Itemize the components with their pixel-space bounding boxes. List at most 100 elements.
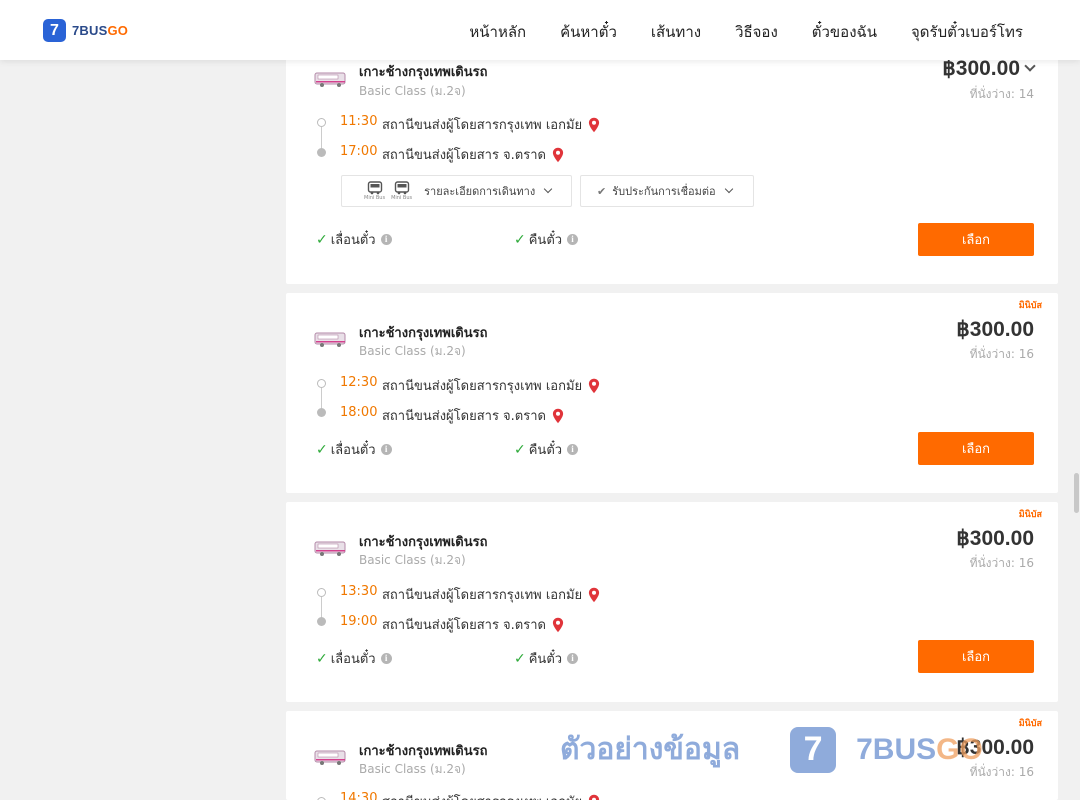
operator-logo-icon: [314, 72, 346, 87]
map-pin-icon[interactable]: [588, 794, 600, 800]
info-icon[interactable]: i: [567, 653, 579, 664]
bus-class: Basic Class (ม.2จ): [359, 762, 466, 776]
timeline-line: [321, 388, 322, 409]
site-logo[interactable]: 7 7BUSGO: [43, 19, 128, 42]
price: ฿300.00: [956, 527, 1034, 550]
check-icon: ✓: [514, 650, 526, 667]
arrive-station[interactable]: สถานีขนส่งผู้โดยสาร จ.ตราด: [382, 614, 564, 635]
reschedule-policy: ✓ เลื่อนตั๋ว i: [316, 648, 392, 669]
map-pin-icon[interactable]: [552, 617, 564, 633]
bus-class: Basic Class (ม.2จ): [359, 553, 466, 567]
operator-logo-icon: [314, 750, 346, 765]
depart-station[interactable]: สถานีขนส่งผู้โดยสารกรุงเทพ เอกมัย: [382, 114, 600, 135]
chevron-down-icon: [543, 184, 553, 194]
refund-policy: ✓ คืนตั๋ว i: [514, 439, 579, 460]
depart-time: 14:30: [340, 791, 378, 800]
seats-available: ที่นั่งว่าง: 16: [969, 347, 1034, 361]
logo-go: GO: [107, 23, 129, 38]
watermark-brand: 7BUSGO: [856, 732, 983, 766]
price: ฿300.00: [956, 318, 1034, 341]
trip-card: มินิบัส เกาะช้างกรุงเทพเดินรถ Basic Clas…: [286, 293, 1058, 493]
timeline-line: [321, 127, 322, 149]
trip-card: มินิบัส เกาะช้างกรุงเทพเดินรถ Basic Clas…: [286, 502, 1058, 702]
timeline-start-dot: [317, 588, 326, 597]
map-pin-icon[interactable]: [552, 408, 564, 424]
operator-name: เกาะช้างกรุงเทพเดินรถ: [359, 65, 488, 80]
nav-home[interactable]: หน้าหลัก: [469, 20, 526, 44]
arrive-station[interactable]: สถานีขนส่งผู้โดยสาร จ.ตราด: [382, 405, 564, 426]
map-pin-icon[interactable]: [552, 147, 564, 163]
depart-station[interactable]: สถานีขนส่งผู้โดยสารกรุงเทพ เอกมัย: [382, 375, 600, 396]
check-icon: ✓: [316, 231, 328, 248]
info-icon[interactable]: i: [567, 234, 579, 245]
timeline-end-dot: [317, 148, 326, 157]
reschedule-policy: ✓ เลื่อนตั๋ว i: [316, 229, 392, 250]
check-icon: ✓: [316, 441, 328, 458]
nav-routes[interactable]: เส้นทาง: [651, 20, 701, 44]
seats-available: ที่นั่งว่าง: 16: [969, 556, 1034, 570]
map-pin-icon[interactable]: [588, 378, 600, 394]
bus-class: Basic Class (ม.2จ): [359, 84, 466, 98]
logo-brand: 7BUS: [72, 23, 108, 38]
map-pin-icon[interactable]: [588, 587, 600, 603]
timeline-start-dot: [317, 379, 326, 388]
refund-policy: ✓ คืนตั๋ว i: [514, 229, 579, 250]
operator-name: เกาะช้างกรุงเทพเดินรถ: [359, 535, 488, 550]
operator-name: เกาะช้างกรุงเทพเดินรถ: [359, 326, 488, 341]
chevron-down-icon: [724, 184, 733, 194]
watermark-text: ตัวอย่างข้อมูล: [560, 732, 741, 767]
route-details-label: รายละเอียดการเดินทาง: [424, 185, 536, 198]
connection-insurance-label: รับประกันการเชื่อมต่อ: [612, 185, 716, 198]
operator-logo-icon: [314, 332, 346, 347]
arrive-time: 19:00: [340, 614, 378, 629]
bus-class: Basic Class (ม.2จ): [359, 344, 466, 358]
timeline-line: [321, 597, 322, 618]
map-pin-icon[interactable]: [588, 117, 600, 133]
depart-station[interactable]: สถานีขนส่งผู้โดยสารกรุงเทพ เอกมัย: [382, 791, 600, 800]
reschedule-policy: ✓ เลื่อนตั๋ว i: [316, 439, 392, 460]
check-icon: ✓: [316, 650, 328, 667]
check-icon: ✔: [597, 184, 607, 198]
seats-available: ที่นั่งว่าง: 14: [969, 87, 1034, 101]
connection-insurance-toggle[interactable]: ✔ รับประกันการเชื่อมต่อ: [580, 175, 754, 207]
watermark-logo-badge: 7: [790, 726, 837, 773]
select-button[interactable]: เลือก: [918, 432, 1034, 465]
info-icon[interactable]: i: [567, 444, 579, 455]
info-icon[interactable]: i: [380, 444, 392, 455]
logo-text: 7BUSGO: [72, 23, 128, 38]
info-icon[interactable]: i: [380, 653, 392, 664]
arrive-time: 18:00: [340, 405, 378, 420]
select-button[interactable]: เลือก: [918, 223, 1034, 256]
logo-badge: 7: [43, 19, 66, 42]
check-icon: ✓: [514, 231, 526, 248]
arrive-station[interactable]: สถานีขนส่งผู้โดยสาร จ.ตราด: [382, 144, 564, 165]
route-details-toggle[interactable]: Mini Bus Mini Bus รายละเอียดการเดินทาง: [341, 175, 572, 207]
timeline-end-dot: [317, 408, 326, 417]
mini-bus-icon: Mini Bus: [391, 181, 412, 201]
chevron-down-icon[interactable]: [1024, 60, 1036, 72]
mini-bus-icon: Mini Bus: [364, 181, 385, 201]
nav-search-ticket[interactable]: ค้นหาตั๋ว: [560, 20, 617, 44]
depart-time: 13:30: [340, 584, 378, 599]
depart-station[interactable]: สถานีขนส่งผู้โดยสารกรุงเทพ เอกมัย: [382, 584, 600, 605]
timeline-start-dot: [317, 118, 326, 127]
check-icon: ✓: [514, 441, 526, 458]
scrollbar[interactable]: [1072, 60, 1080, 800]
main-nav: หน้าหลัก ค้นหาตั๋ว เส้นทาง วิธีจอง ตั๋วข…: [469, 20, 1023, 44]
minibus-tag: มินิบัส: [1018, 301, 1042, 311]
timeline-end-dot: [317, 617, 326, 626]
info-icon[interactable]: i: [380, 234, 392, 245]
sample-data-watermark: ตัวอย่างข้อมูล 7 7BUSGO: [560, 726, 983, 773]
nav-how-to-book[interactable]: วิธีจอง: [735, 20, 778, 44]
minibus-tag: มินิบัส: [1018, 510, 1042, 520]
depart-time: 12:30: [340, 375, 378, 390]
minibus-tag: มินิบัส: [1018, 719, 1042, 729]
scrollbar-thumb[interactable]: [1074, 473, 1079, 513]
operator-logo-icon: [314, 541, 346, 556]
refund-policy: ✓ คืนตั๋ว i: [514, 648, 579, 669]
arrive-time: 17:00: [340, 144, 378, 159]
depart-time: 11:30: [340, 114, 378, 129]
select-button[interactable]: เลือก: [918, 640, 1034, 673]
nav-ticket-pickup[interactable]: จุดรับตั๋วเบอร์โทร: [911, 20, 1023, 44]
nav-my-tickets[interactable]: ตั๋วของฉัน: [812, 20, 877, 44]
